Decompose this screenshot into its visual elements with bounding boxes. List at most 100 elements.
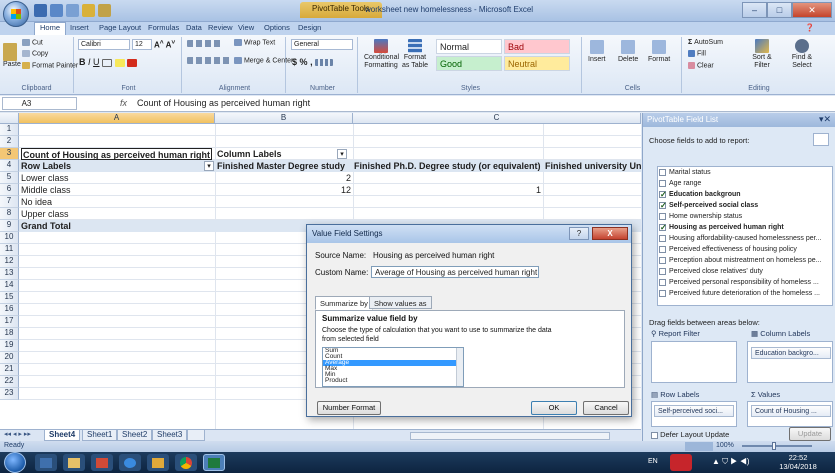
- field-checkbox[interactable]: [659, 200, 667, 211]
- decimal-icons[interactable]: [315, 59, 334, 67]
- font-color-icon[interactable]: [127, 58, 138, 67]
- row-header[interactable]: 18: [0, 328, 19, 340]
- row-header[interactable]: 6: [0, 184, 19, 196]
- row-header[interactable]: 13: [0, 268, 19, 280]
- taskbar-explorer-icon[interactable]: [63, 454, 85, 471]
- column-header-a[interactable]: A: [19, 113, 215, 124]
- sheet-tab-sheet2[interactable]: Sheet2: [117, 430, 153, 441]
- dialog-close-button[interactable]: X: [592, 227, 628, 240]
- row-header[interactable]: 15: [0, 292, 19, 304]
- italic-button[interactable]: I: [88, 57, 91, 67]
- taskbar-ie-icon[interactable]: [119, 454, 141, 471]
- tab-summarize-by[interactable]: Summarize by: [315, 296, 373, 310]
- field-item[interactable]: Perceived close relatives' duty: [658, 266, 832, 277]
- format-painter-button[interactable]: Format Painter: [22, 62, 78, 69]
- row-header[interactable]: 20: [0, 352, 19, 364]
- align-bottom-icons[interactable]: [187, 57, 231, 64]
- delete-cells-button[interactable]: Delete: [618, 40, 638, 63]
- update-button[interactable]: Update: [789, 427, 831, 441]
- column-labels-filter-icon[interactable]: ▾: [337, 149, 347, 159]
- undo-icon[interactable]: [50, 4, 63, 17]
- field-checkbox[interactable]: [659, 180, 666, 187]
- style-neutral[interactable]: Neutral: [504, 56, 570, 71]
- field-item[interactable]: Marital status: [658, 167, 832, 178]
- pivot-row-label[interactable]: No idea: [21, 196, 52, 208]
- taskbar-media-icon[interactable]: [91, 454, 113, 471]
- summarize-function-list[interactable]: Sum Count Average Max Min Product: [322, 347, 464, 387]
- row-header[interactable]: 23: [0, 388, 19, 400]
- values-field-chip[interactable]: Count of Housing ...: [751, 405, 831, 417]
- style-good[interactable]: Good: [436, 56, 502, 71]
- close-button[interactable]: ✕: [792, 2, 832, 18]
- row-header[interactable]: 11: [0, 244, 19, 256]
- row-field-chip[interactable]: Self-perceived soci...: [654, 405, 734, 417]
- align-top-icons[interactable]: [187, 40, 221, 47]
- ok-button[interactable]: OK: [531, 401, 577, 415]
- row-header[interactable]: 19: [0, 340, 19, 352]
- format-as-table-button[interactable]: Format as Table: [400, 39, 430, 70]
- fx-icon[interactable]: fx: [120, 98, 127, 108]
- row-header[interactable]: 4: [0, 160, 19, 172]
- clear-button[interactable]: Clear: [688, 62, 714, 69]
- percent-button[interactable]: %: [300, 57, 308, 67]
- save-icon[interactable]: [34, 4, 47, 17]
- font-family-combo[interactable]: Calibri: [78, 39, 130, 50]
- office-button[interactable]: [3, 1, 29, 27]
- grow-font-button[interactable]: A˄ A˅: [154, 39, 175, 50]
- maximize-button[interactable]: □: [767, 2, 792, 18]
- pivot-value[interactable]: 2: [215, 172, 351, 184]
- view-buttons-icon[interactable]: [685, 442, 713, 451]
- clock-time[interactable]: 22:52: [772, 453, 824, 462]
- formula-input[interactable]: Count of Housing as perceived human righ…: [137, 98, 310, 108]
- style-normal[interactable]: Normal: [436, 39, 502, 54]
- column-header-b[interactable]: B: [215, 113, 353, 124]
- field-item[interactable]: Age range: [658, 178, 832, 189]
- field-checkbox[interactable]: [659, 189, 667, 200]
- clock-date[interactable]: 13/04/2018: [772, 462, 824, 471]
- pivot-value[interactable]: 12: [215, 184, 351, 196]
- borders-icon[interactable]: [102, 58, 113, 67]
- field-item[interactable]: Housing affordability-caused homelessnes…: [658, 233, 832, 244]
- row-header[interactable]: 1: [0, 124, 19, 136]
- column-labels-cell[interactable]: Column Labels: [217, 148, 282, 160]
- start-button[interactable]: [4, 452, 26, 473]
- row-header[interactable]: 9: [0, 220, 19, 232]
- name-box[interactable]: A3: [2, 97, 77, 110]
- field-checkbox[interactable]: [659, 257, 666, 264]
- row-header[interactable]: 17: [0, 316, 19, 328]
- pivot-row-label[interactable]: Upper class: [21, 208, 69, 220]
- style-bad[interactable]: Bad: [504, 39, 570, 54]
- tab-data[interactable]: Data: [186, 23, 202, 32]
- field-item[interactable]: Perceived personal responsibility of hom…: [658, 277, 832, 288]
- field-checkbox[interactable]: [659, 279, 666, 286]
- taskbar-excel-icon[interactable]: [203, 454, 225, 471]
- row-header[interactable]: 2: [0, 136, 19, 148]
- summarize-option[interactable]: Product: [323, 377, 463, 384]
- tab-page-layout[interactable]: Page Layout: [99, 23, 141, 32]
- bold-button[interactable]: B: [79, 57, 86, 67]
- currency-button[interactable]: $: [292, 57, 297, 67]
- field-checkbox[interactable]: [659, 235, 666, 242]
- pivot-value[interactable]: 1: [353, 184, 541, 196]
- row-header[interactable]: 7: [0, 196, 19, 208]
- autosum-button[interactable]: Σ AutoSum: [688, 39, 723, 46]
- field-list[interactable]: Marital status Age range Education backgro…: [657, 166, 833, 306]
- row-header[interactable]: 21: [0, 364, 19, 376]
- sheet-tab-sheet3[interactable]: Sheet3: [152, 430, 188, 441]
- tab-view[interactable]: View: [238, 23, 254, 32]
- find-select-button[interactable]: Find & Select: [784, 39, 820, 70]
- comma-button[interactable]: ,: [310, 57, 313, 67]
- defer-update-checkbox[interactable]: Defer Layout Update: [651, 430, 729, 439]
- redo-icon[interactable]: [66, 4, 79, 17]
- row-header[interactable]: 14: [0, 280, 19, 292]
- field-item[interactable]: Perceived future deterioration of the ho…: [658, 288, 832, 299]
- sheet-tab-sheet1[interactable]: Sheet1: [82, 430, 118, 441]
- field-checkbox[interactable]: [659, 268, 666, 275]
- tab-home[interactable]: Home: [34, 22, 67, 35]
- merge-center-button[interactable]: Merge & Center: [234, 57, 293, 64]
- field-item[interactable]: Self-perceived social class: [658, 200, 832, 211]
- field-checkbox[interactable]: [659, 213, 666, 220]
- pivot-row-label[interactable]: Lower class: [21, 172, 69, 184]
- help-icon[interactable]: ❓: [805, 23, 814, 32]
- pivot-row-label[interactable]: Middle class: [21, 184, 71, 196]
